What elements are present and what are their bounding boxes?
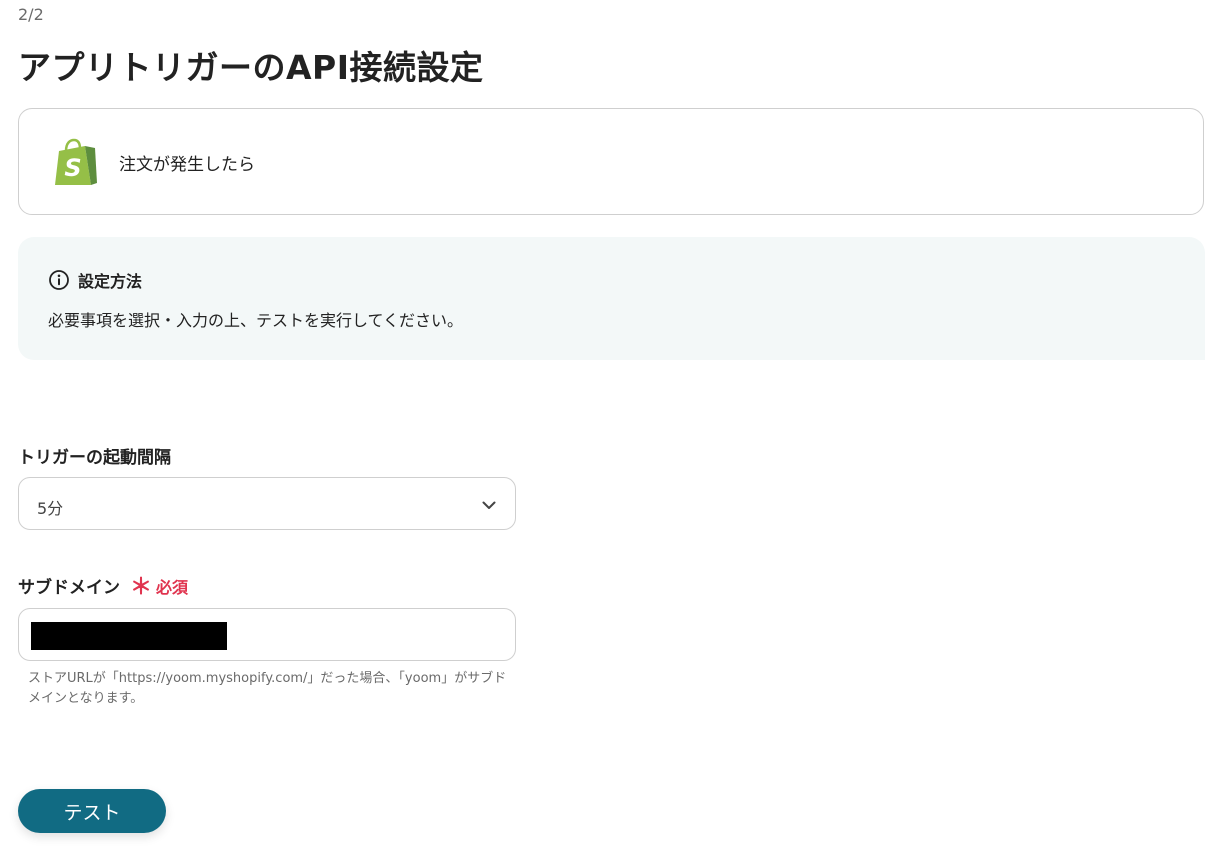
- instructions-title: 設定方法: [78, 272, 143, 291]
- required-asterisk: ＊: [130, 574, 153, 600]
- interval-select[interactable]: 5分: [18, 477, 516, 530]
- required-badge: ＊ 必須: [130, 574, 188, 598]
- redacted-value: [31, 622, 227, 650]
- subdomain-label-text: サブドメイン: [18, 578, 120, 598]
- instructions-box: 設定方法 必要事項を選択・入力の上、テストを実行してください。: [18, 237, 1205, 360]
- trigger-card: S 注文が発生したら: [18, 108, 1204, 215]
- subdomain-label: サブドメイン ＊ 必須: [18, 573, 188, 598]
- svg-text:S: S: [64, 154, 81, 182]
- instructions-heading: 設定方法: [48, 268, 142, 292]
- test-button[interactable]: テスト: [18, 789, 166, 833]
- interval-label: トリガーの起動間隔: [18, 443, 171, 468]
- step-indicator: 2/2: [18, 5, 44, 24]
- page-title: アプリトリガーのAPI接続設定: [18, 48, 484, 87]
- chevron-down-icon: [481, 497, 497, 517]
- subdomain-input[interactable]: [18, 608, 516, 661]
- subdomain-hint: ストアURLが「https://yoom.myshopify.com/」だった場…: [28, 671, 507, 706]
- shopify-icon: S: [51, 137, 99, 189]
- instructions-text: 必要事項を選択・入力の上、テストを実行してください。: [48, 311, 464, 330]
- trigger-settings-page: 2/2 アプリトリガーのAPI接続設定 S 注文が発生したら 設定方法 必要事項…: [0, 0, 1227, 849]
- interval-label-text: トリガーの起動間隔: [18, 448, 171, 468]
- info-icon: [48, 269, 70, 291]
- trigger-label: 注文が発生したら: [119, 155, 255, 175]
- interval-selected-value: 5分: [37, 499, 64, 518]
- required-text: 必須: [156, 577, 189, 597]
